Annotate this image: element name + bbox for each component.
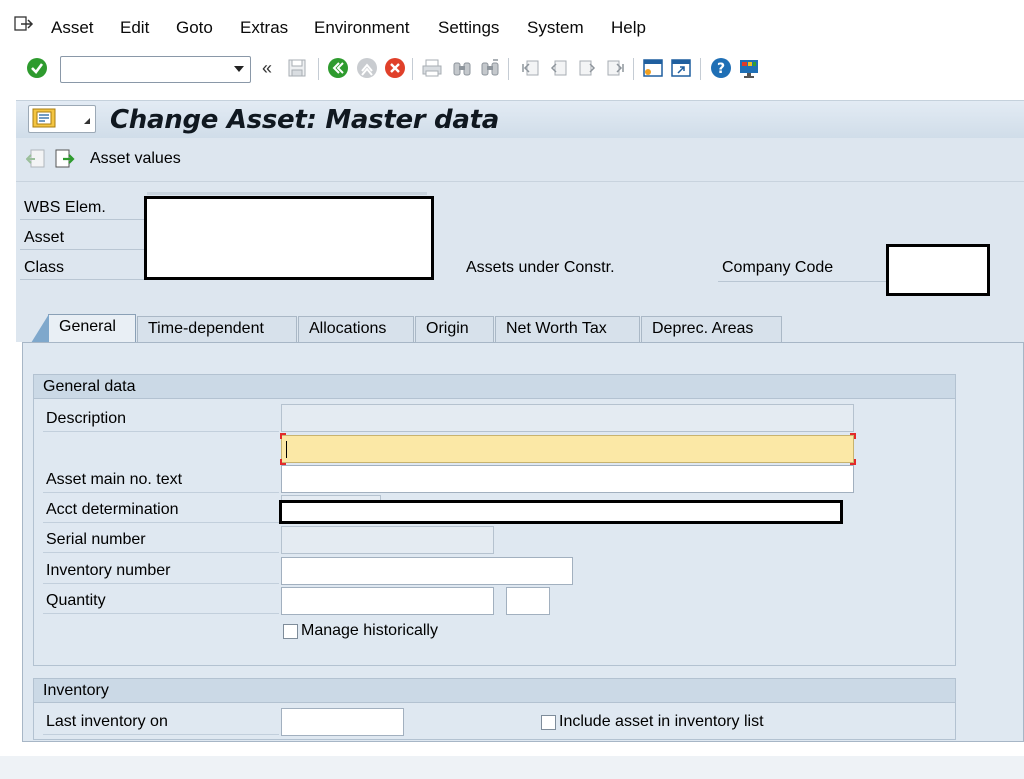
acct-determination-label: Acct determination <box>46 501 179 518</box>
title-bar: Change Asset: Master data <box>16 100 1024 138</box>
create-session-icon[interactable] <box>641 56 665 80</box>
menu-help[interactable]: Help <box>611 18 646 38</box>
menu-edit[interactable]: Edit <box>120 18 149 38</box>
divider <box>43 492 279 493</box>
group-header: Inventory <box>34 679 955 703</box>
previous-object-icon[interactable] <box>25 148 46 175</box>
description-field-1 <box>281 404 854 432</box>
divider <box>43 734 279 735</box>
group-title: General data <box>43 378 136 395</box>
inventory-number-field[interactable] <box>281 557 573 585</box>
toolbar-separator <box>508 58 509 80</box>
menu-system[interactable]: System <box>527 18 584 38</box>
last-page-icon[interactable] <box>604 56 628 80</box>
inventory-group: Inventory <box>33 678 956 740</box>
tab-deprec-areas[interactable]: Deprec. Areas <box>641 316 782 342</box>
svg-text:?: ? <box>717 61 725 77</box>
last-inventory-field[interactable] <box>281 708 404 736</box>
description-field-2[interactable] <box>281 435 854 463</box>
menu-goto[interactable]: Goto <box>176 18 213 38</box>
application-toolbar: Asset values <box>16 138 1024 182</box>
menu-bar: Asset Edit Goto Extras Environment Setti… <box>0 0 1024 50</box>
divider <box>20 219 145 220</box>
last-inventory-label: Last inventory on <box>46 713 168 730</box>
divider <box>43 552 279 553</box>
menu-environment[interactable]: Environment <box>314 18 409 38</box>
tab-general[interactable]: General <box>31 314 136 343</box>
divider <box>43 522 279 523</box>
text-cursor <box>286 441 287 458</box>
menu-asset[interactable]: Asset <box>51 18 94 38</box>
auc-label: Assets under Constr. <box>466 259 615 276</box>
asset-values-button[interactable]: Asset values <box>90 150 181 168</box>
divider <box>20 249 145 250</box>
find-next-icon[interactable] <box>478 56 502 80</box>
previous-page-icon[interactable] <box>546 56 570 80</box>
status-area <box>0 756 1024 779</box>
wbs-label: WBS Elem. <box>24 199 106 216</box>
next-object-icon[interactable] <box>54 148 76 175</box>
company-code-label: Company Code <box>722 259 834 276</box>
toolbar-separator <box>318 58 319 80</box>
tab-net-worth-tax[interactable]: Net Worth Tax <box>495 316 640 342</box>
quantity-label: Quantity <box>46 592 106 609</box>
toolbar-separator <box>700 58 701 80</box>
save-icon[interactable] <box>285 56 309 80</box>
redacted-header-values <box>144 196 434 280</box>
collapse-icon[interactable]: « <box>255 56 279 80</box>
manage-historically-label: Manage historically <box>301 622 438 639</box>
tab-origin[interactable]: Origin <box>415 316 494 342</box>
exit-icon[interactable] <box>355 56 379 80</box>
enter-icon[interactable] <box>25 56 49 80</box>
asset-label: Asset <box>24 229 65 246</box>
toolbar-separator <box>412 58 413 80</box>
back-icon[interactable] <box>326 56 350 80</box>
cancel-icon[interactable] <box>383 56 407 80</box>
print-icon[interactable] <box>420 56 444 80</box>
group-title: Inventory <box>43 682 109 699</box>
class-label: Class <box>24 259 65 276</box>
asset-main-text-field[interactable] <box>281 465 854 493</box>
page-title: Change Asset: Master data <box>110 105 499 135</box>
manage-historically-checkbox[interactable] <box>283 624 298 639</box>
divider <box>43 583 279 584</box>
quantity-field[interactable] <box>281 587 494 615</box>
group-header: General data <box>34 375 955 399</box>
serial-number-field <box>281 526 494 554</box>
include-inventory-label: Include asset in inventory list <box>559 713 764 730</box>
divider <box>43 431 279 432</box>
toolbar-separator <box>633 58 634 80</box>
next-page-icon[interactable] <box>576 56 600 80</box>
customize-layout-icon[interactable] <box>737 56 761 80</box>
find-icon[interactable] <box>450 56 474 80</box>
divider <box>147 192 427 195</box>
serial-number-label: Serial number <box>46 531 146 548</box>
system-function-button[interactable] <box>28 105 96 133</box>
tab-time-dependent[interactable]: Time-dependent <box>137 316 297 342</box>
redacted-company-code <box>886 244 990 296</box>
menu-extras[interactable]: Extras <box>240 18 288 38</box>
unit-field[interactable] <box>506 587 550 615</box>
command-field[interactable] <box>60 56 251 83</box>
focus-corner <box>850 433 856 439</box>
chevron-down-icon[interactable] <box>234 66 244 72</box>
focus-corner <box>280 433 286 439</box>
inventory-number-label: Inventory number <box>46 562 171 579</box>
tab-allocations[interactable]: Allocations <box>298 316 414 342</box>
shortcut-icon[interactable] <box>669 56 693 80</box>
first-page-icon[interactable] <box>518 56 542 80</box>
menu-settings[interactable]: Settings <box>438 18 499 38</box>
menu-exit-icon[interactable] <box>14 16 34 32</box>
include-inventory-checkbox[interactable] <box>541 715 556 730</box>
redacted-acct-determination <box>279 500 843 524</box>
help-icon[interactable]: ? <box>709 56 733 80</box>
divider <box>718 281 886 282</box>
asset-main-text-label: Asset main no. text <box>46 471 183 488</box>
divider <box>43 613 279 614</box>
description-label: Description <box>46 410 127 427</box>
